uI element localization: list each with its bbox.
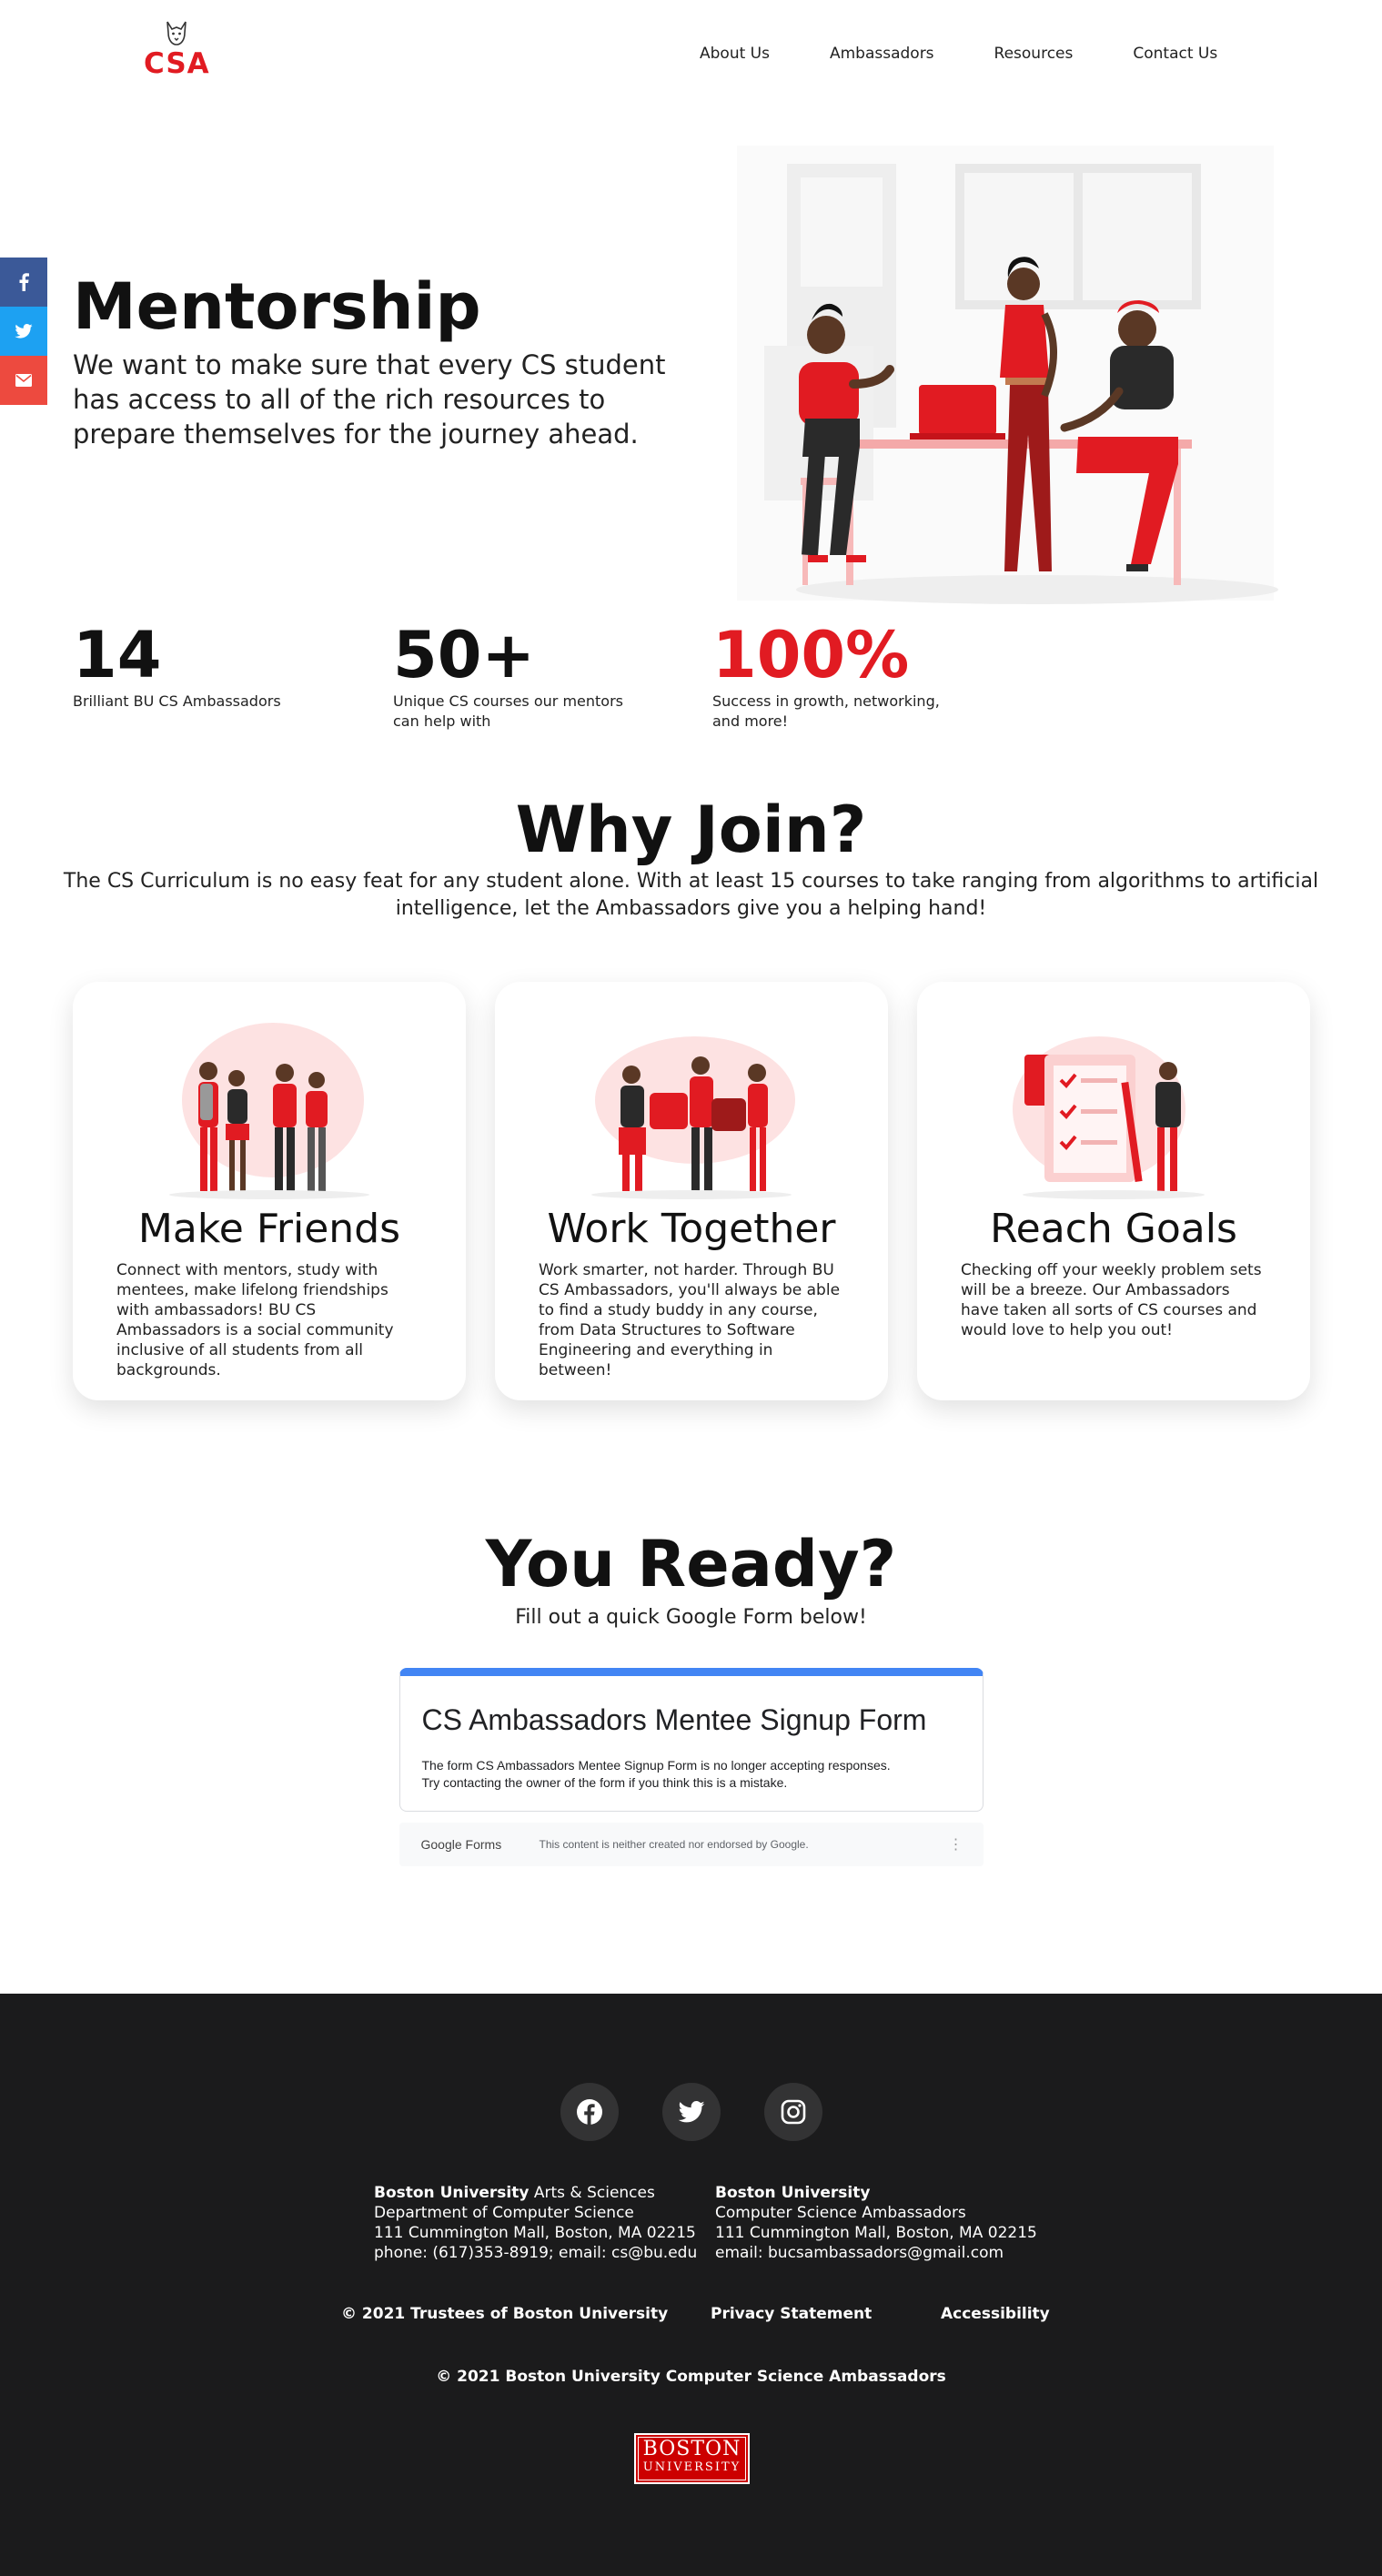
nav-about-us[interactable]: About Us <box>700 45 770 63</box>
footer-twitter-button[interactable] <box>661 2083 721 2141</box>
footer-facebook-button[interactable] <box>560 2083 619 2141</box>
footer-line: 111 Cummington Mall, Boston, MA 02215 <box>715 2224 1037 2242</box>
footer-link-trustees[interactable]: © 2021 Trustees of Boston University <box>341 2305 668 2323</box>
nav-resources[interactable]: Resources <box>994 45 1074 63</box>
nav-contact-us[interactable]: Contact Us <box>1133 45 1217 63</box>
card-title: Reach Goals <box>990 1206 1237 1252</box>
feature-cards: Make Friends Connect with mentors, study… <box>0 982 1382 1409</box>
footer-link-privacy[interactable]: Privacy Statement <box>711 2305 872 2323</box>
more-options-icon[interactable]: ⋮ <box>949 1835 963 1854</box>
stat-courses: 50+ Unique CS courses our mentors can he… <box>393 619 666 732</box>
google-form-footer: Google Forms This content is neither cre… <box>398 1823 984 1866</box>
card-work-together: Work Together Work smarter, not harder. … <box>495 982 888 1400</box>
nav-ambassadors[interactable]: Ambassadors <box>830 45 934 63</box>
card-description: Checking off your weekly problem sets wi… <box>961 1261 1262 1339</box>
footer-org-name: Boston University <box>374 2184 530 2202</box>
footer-link-accessibility[interactable]: Accessibility <box>941 2305 1050 2323</box>
card-reach-goals: Reach Goals Checking off your weekly pro… <box>917 982 1310 1400</box>
form-message-line: The form CS Ambassadors Mentee Signup Fo… <box>421 1758 891 1773</box>
footer-line: Department of Computer Science <box>374 2204 634 2222</box>
footer-address-csa: Boston University Computer Science Ambas… <box>715 2183 1037 2263</box>
stat-label: Unique CS courses our mentors can help w… <box>393 692 623 730</box>
footer-line: phone: (617)353-8919; email: cs@bu.edu <box>374 2244 698 2262</box>
boston-university-logo[interactable]: BOSTON UNIVERSITY <box>634 2433 750 2484</box>
logo-text: CSA <box>144 47 210 80</box>
card-title: Make Friends <box>137 1206 401 1252</box>
hero-subtitle: We want to make sure that every CS stude… <box>73 349 666 450</box>
why-join-title: Why Join? <box>515 793 867 867</box>
you-ready-section: You Ready? Fill out a quick Google Form … <box>0 1526 1382 1866</box>
footer-instagram-button[interactable] <box>763 2083 822 2141</box>
mentorship-illustration <box>737 146 1278 604</box>
google-forms-brand[interactable]: Google Forms <box>421 1837 540 1852</box>
csa-logo[interactable]: CSA <box>144 20 209 80</box>
you-ready-subtitle: Fill out a quick Google Form below! <box>515 1606 867 1629</box>
footer-address-cas: Boston University Arts & Sciences Depart… <box>374 2183 697 2263</box>
footer-line: Computer Science Ambassadors <box>715 2204 966 2222</box>
site-header: CSA About Us Ambassadors Resources Conta… <box>0 0 1382 109</box>
site-footer: Boston University Arts & Sciences Depart… <box>0 1994 1382 2576</box>
teamwork-illustration <box>591 1036 795 1199</box>
stat-value: 100% <box>712 618 910 692</box>
stat-label: Success in growth, networking, and more! <box>712 692 940 730</box>
friends-illustration <box>169 1023 369 1199</box>
stat-success: 100% Success in growth, networking, and … <box>712 619 985 732</box>
stat-label: Brilliant BU CS Ambassadors <box>73 692 281 710</box>
footer-org-suffix: Arts & Sciences <box>529 2184 655 2202</box>
footer-social-links <box>0 2083 1382 2141</box>
footer-org-name: Boston University <box>715 2184 871 2202</box>
stats-section: 14 Brilliant BU CS Ambassadors 50+ Uniqu… <box>0 619 1382 792</box>
hero-section: Mentorship We want to make sure that eve… <box>0 109 1382 619</box>
bu-logo-line: BOSTON <box>642 2438 741 2460</box>
you-ready-title: You Ready? <box>485 1527 897 1601</box>
footer-line: email: bucsambassadors@gmail.com <box>715 2244 1004 2262</box>
form-message-line: Try contacting the owner of the form if … <box>421 1775 788 1790</box>
hero-title: Mentorship <box>73 269 481 344</box>
card-description: Work smarter, not harder. Through BU CS … <box>539 1261 841 1379</box>
facebook-icon <box>576 2099 602 2126</box>
google-form-message: The form CS Ambassadors Mentee Signup Fo… <box>422 1757 961 1792</box>
goals-checklist-illustration <box>1013 1036 1205 1199</box>
twitter-icon <box>678 2101 704 2123</box>
stat-ambassadors: 14 Brilliant BU CS Ambassadors <box>73 619 346 712</box>
stat-value: 14 <box>73 618 162 692</box>
google-form-title: CS Ambassadors Mentee Signup Form <box>421 1703 927 1736</box>
card-description: Connect with mentors, study with mentees… <box>116 1261 394 1379</box>
card-make-friends: Make Friends Connect with mentors, study… <box>73 982 466 1400</box>
footer-line: 111 Cummington Mall, Boston, MA 02215 <box>374 2224 696 2242</box>
google-form-embed[interactable]: CS Ambassadors Mentee Signup Form The fo… <box>398 1668 984 1866</box>
stat-value: 50+ <box>393 618 536 692</box>
main-nav: About Us Ambassadors Resources Contact U… <box>700 45 1217 63</box>
google-form-disclaimer: This content is neither created nor endo… <box>539 1838 809 1851</box>
footer-copyright: © 2021 Boston University Computer Scienc… <box>436 2368 946 2386</box>
terrier-logo-icon <box>166 21 187 45</box>
why-join-section: Why Join? The CS Curriculum is no easy f… <box>0 792 1382 1409</box>
card-title: Work Together <box>547 1206 836 1252</box>
google-form-card: CS Ambassadors Mentee Signup Form The fo… <box>398 1668 984 1812</box>
bu-logo-line: UNIVERSITY <box>642 2460 741 2474</box>
why-join-description: The CS Curriculum is no easy feat for an… <box>63 870 1319 920</box>
instagram-icon <box>781 2099 805 2125</box>
